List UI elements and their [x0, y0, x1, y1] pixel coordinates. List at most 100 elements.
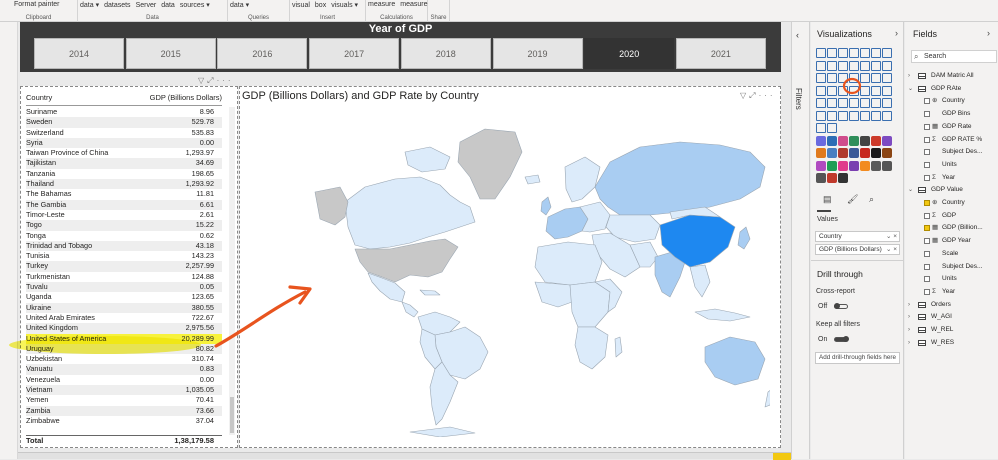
field-table[interactable]: › DAM Matric All	[905, 70, 998, 82]
field-item[interactable]: Σ Year	[905, 286, 998, 298]
chevron-down-icon[interactable]: ⌄	[908, 184, 913, 196]
field-item[interactable]: Subject Des...	[905, 261, 998, 273]
field-table[interactable]: › W_REL	[905, 324, 998, 336]
field-item[interactable]: Σ GDP RATE %	[905, 134, 998, 146]
well-country[interactable]: Country ⌄ ×	[815, 231, 900, 242]
table-row[interactable]: Uzbekistan 310.74	[26, 354, 222, 364]
visual-type-icon[interactable]	[871, 135, 881, 146]
cross-report-toggle[interactable]	[834, 303, 848, 309]
map-country-southern-africa[interactable]	[574, 326, 609, 370]
chevron-right-icon[interactable]: ›	[908, 299, 910, 311]
ribbon-button[interactable]: visuals ▾	[331, 2, 358, 9]
field-table[interactable]: ⌄ GDP RAte	[905, 83, 998, 95]
map-country-indonesia[interactable]	[694, 308, 751, 322]
visual-type-icon[interactable]	[816, 173, 826, 183]
visual-type-icon[interactable]	[882, 160, 892, 171]
world-map[interactable]	[310, 107, 770, 437]
field-checkbox[interactable]	[924, 123, 930, 130]
field-item[interactable]: ▦ GDP Year	[905, 235, 998, 247]
column-header-country[interactable]: Country	[26, 93, 127, 105]
table-row[interactable]: The Gambia 6.61	[26, 199, 222, 210]
well-gdp[interactable]: GDP (Billions Dollars) ⌄ ×	[815, 244, 900, 255]
visual-type-icon[interactable]	[882, 110, 892, 121]
fields-search-input[interactable]: ⌕ Search	[911, 50, 997, 63]
table-row[interactable]: Thailand 1,293.92	[26, 179, 222, 190]
filter-icon[interactable]: ▽	[740, 91, 749, 100]
ribbon-button[interactable]: box	[315, 2, 326, 9]
map-country-caribbean[interactable]	[419, 289, 441, 296]
ribbon-button[interactable]: measure	[400, 1, 427, 8]
gdp-map-visual[interactable]: GDP (Billions Dollars) and GDP Rate by C…	[239, 86, 781, 448]
field-checkbox[interactable]	[924, 149, 930, 156]
map-country-new-zealand[interactable]	[764, 389, 770, 408]
visual-type-icon[interactable]	[882, 73, 892, 83]
map-country-uk[interactable]	[540, 196, 552, 216]
field-checkbox[interactable]	[924, 111, 930, 118]
ribbon-button[interactable]: datasets	[104, 2, 130, 9]
close-icon[interactable]: ⌄ ×	[886, 245, 897, 254]
year-tile-2021[interactable]: 2021	[675, 38, 766, 69]
visual-type-icon[interactable]	[816, 85, 826, 96]
field-checkbox[interactable]	[924, 136, 930, 143]
year-tile-2014[interactable]: 2014	[34, 38, 124, 69]
table-row[interactable]: Vietnam 1,035.05	[26, 385, 222, 396]
visual-type-icon[interactable]	[827, 173, 837, 183]
year-tile-2018[interactable]: 2018	[400, 38, 491, 69]
field-item[interactable]: Units	[905, 273, 998, 285]
field-checkbox[interactable]	[924, 212, 930, 219]
map-country-russia[interactable]	[594, 141, 766, 216]
field-checkbox[interactable]	[924, 174, 930, 181]
visual-type-icon[interactable]	[849, 160, 859, 171]
visual-type-icon[interactable]	[827, 148, 837, 158]
table-row[interactable]: Uganda 123.65	[26, 292, 222, 302]
table-row[interactable]: Turkey 2,257.99	[26, 261, 222, 272]
year-tile-2020[interactable]: 2020	[584, 38, 675, 69]
visual-type-icon[interactable]	[827, 98, 837, 108]
ribbon-button[interactable]: Server	[136, 2, 157, 9]
chevron-right-icon[interactable]: ›	[908, 337, 910, 349]
map-country-western-europe[interactable]	[545, 206, 589, 240]
field-checkbox[interactable]	[924, 98, 930, 105]
table-row[interactable]: United States of America 20,289.99	[26, 333, 222, 344]
field-table[interactable]: › W_RES	[905, 337, 998, 349]
keep-filters-toggle[interactable]	[834, 336, 849, 342]
visual-type-icon[interactable]	[827, 160, 837, 171]
table-row[interactable]: Ukraine 380.55	[26, 302, 222, 313]
gdp-table-visual[interactable]: Country GDP (Billions Dollars) Suriname 8…	[20, 86, 238, 448]
ribbon-button[interactable]: data ▾	[80, 2, 99, 9]
map-country-west-africa[interactable]	[534, 281, 573, 308]
visual-type-icon[interactable]	[871, 48, 881, 58]
visual-type-icon[interactable]	[838, 98, 848, 108]
table-row[interactable]: Tonga 0.62	[26, 231, 222, 241]
ribbon-button[interactable]: Format painter	[14, 1, 60, 8]
table-row[interactable]: Tunisia 143.23	[26, 251, 222, 261]
visual-type-icon[interactable]	[871, 73, 881, 83]
analytics-icon[interactable]: ⌕	[869, 194, 874, 205]
table-row[interactable]: Zimbabwe 37.04	[26, 416, 222, 426]
chevron-right-icon[interactable]: ›	[908, 324, 910, 336]
visual-type-icon[interactable]	[816, 60, 826, 71]
map-country-canada[interactable]	[344, 176, 476, 250]
filter-icon[interactable]: ▽	[198, 76, 207, 85]
more-options-icon[interactable]: ···	[217, 76, 234, 85]
visual-type-icon[interactable]	[827, 85, 837, 96]
visual-type-icon[interactable]	[816, 135, 826, 146]
map-country-alaska[interactable]	[314, 186, 349, 226]
field-item[interactable]: ▦ GDP Rate	[905, 121, 998, 133]
field-checkbox[interactable]	[924, 200, 930, 206]
visual-type-icon[interactable]	[816, 48, 826, 58]
visual-type-icon[interactable]	[849, 110, 859, 121]
year-tile-2015[interactable]: 2015	[125, 38, 216, 69]
visual-type-icon[interactable]	[882, 148, 892, 158]
field-item[interactable]: ⊕ Country	[905, 95, 998, 107]
table-row[interactable]: Tajikistan 34.69	[26, 158, 222, 169]
field-checkbox[interactable]	[924, 225, 930, 232]
field-item[interactable]: ⊕ Country	[905, 197, 998, 209]
visual-type-icon[interactable]	[849, 98, 859, 108]
visual-type-icon[interactable]	[849, 148, 859, 158]
table-row[interactable]: Turkmenistan 124.88	[26, 272, 222, 282]
map-country-canada-islands[interactable]	[404, 146, 451, 173]
column-header-gdp[interactable]: GDP (Billions Dollars)	[127, 93, 222, 105]
ribbon-button[interactable]: data ▾	[230, 2, 249, 9]
map-country-antarctica[interactable]	[409, 426, 476, 437]
